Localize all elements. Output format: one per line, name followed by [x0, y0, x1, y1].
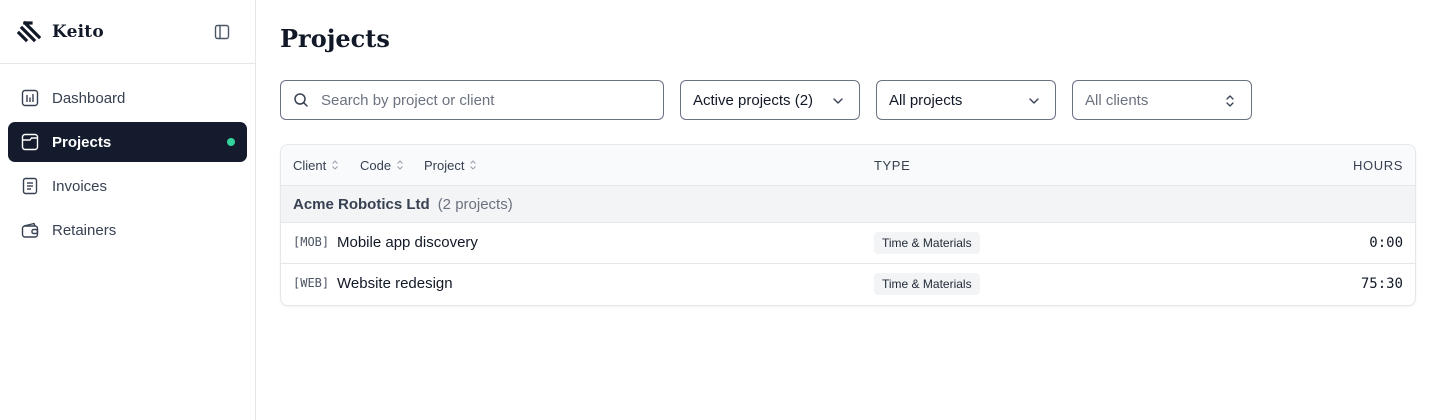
sidebar-item-label: Invoices [52, 177, 108, 195]
main-content: Projects Active projects (2) All project… [256, 0, 1440, 420]
group-client-name: Acme Robotics Ltd [293, 195, 430, 213]
search-icon [293, 92, 309, 108]
client-filter-value: All clients [1085, 91, 1149, 109]
table-row[interactable]: [WEB] Website redesign Time & Materials … [281, 264, 1415, 305]
column-header-hours: HOURS [1353, 157, 1403, 173]
app-name: Keito [52, 21, 104, 42]
group-project-count: (2 projects) [437, 195, 513, 213]
project-code: [MOB] [293, 235, 330, 249]
sort-icon [469, 159, 477, 171]
search-box[interactable] [280, 80, 664, 120]
sort-icon [331, 159, 339, 171]
column-header-label: Client [293, 157, 327, 173]
folder-icon [20, 132, 40, 152]
keito-logo-icon[interactable] [17, 19, 43, 45]
status-filter-value: Active projects (2) [693, 91, 814, 109]
sidebar-toggle-icon[interactable] [213, 23, 231, 41]
column-header-code[interactable]: Code [360, 145, 404, 185]
client-filter-select[interactable]: All clients [1072, 80, 1252, 120]
page-title: Projects [280, 24, 390, 53]
wallet-icon [20, 220, 40, 240]
sort-icon [396, 159, 404, 171]
project-hours: 75:30 [1360, 276, 1403, 292]
column-header-type: TYPE [874, 157, 911, 173]
column-header-label: Code [360, 157, 392, 173]
project-name[interactable]: Mobile app discovery [337, 234, 478, 251]
sidebar-item-retainers[interactable]: Retainers [8, 210, 247, 250]
sidebar-item-invoices[interactable]: Invoices [8, 166, 247, 206]
column-header-project[interactable]: Project [424, 145, 477, 185]
sidebar-item-dashboard[interactable]: Dashboard [8, 78, 247, 118]
sidebar: Keito Dashboard Projects Invoices Retain… [0, 0, 256, 420]
client-group-row[interactable]: Acme Robotics Ltd (2 projects) [281, 186, 1415, 223]
sidebar-item-label: Retainers [52, 221, 117, 239]
chevron-up-down-icon [1223, 94, 1237, 108]
sidebar-nav: Dashboard Projects Invoices Retainers [0, 64, 255, 250]
project-hours: 0:00 [1369, 235, 1403, 251]
search-input[interactable] [321, 91, 651, 109]
document-icon [20, 176, 40, 196]
bar-chart-icon [20, 88, 40, 108]
project-type-badge: Time & Materials [874, 232, 980, 254]
active-status-dot [227, 138, 235, 146]
column-header-client[interactable]: Client [293, 145, 339, 185]
sidebar-item-label: Projects [52, 133, 112, 151]
project-name[interactable]: Website redesign [337, 275, 453, 292]
sidebar-item-projects[interactable]: Projects [8, 122, 247, 162]
column-header-label: Project [424, 157, 465, 173]
project-type-badge: Time & Materials [874, 273, 980, 295]
table-header: Client Code Project TYPE HOURS [281, 145, 1415, 186]
project-scope-value: All projects [889, 91, 963, 109]
brand: Keito [0, 0, 255, 64]
status-filter-select[interactable]: Active projects (2) [680, 80, 860, 120]
project-scope-select[interactable]: All projects [876, 80, 1056, 120]
table-row[interactable]: [MOB] Mobile app discovery Time & Materi… [281, 223, 1415, 264]
chevron-down-icon [1027, 94, 1041, 108]
project-code: [WEB] [293, 276, 330, 290]
projects-table: Client Code Project TYPE HOURS Acme Robo… [280, 144, 1416, 306]
chevron-down-icon [831, 94, 845, 108]
sidebar-item-label: Dashboard [52, 89, 126, 107]
